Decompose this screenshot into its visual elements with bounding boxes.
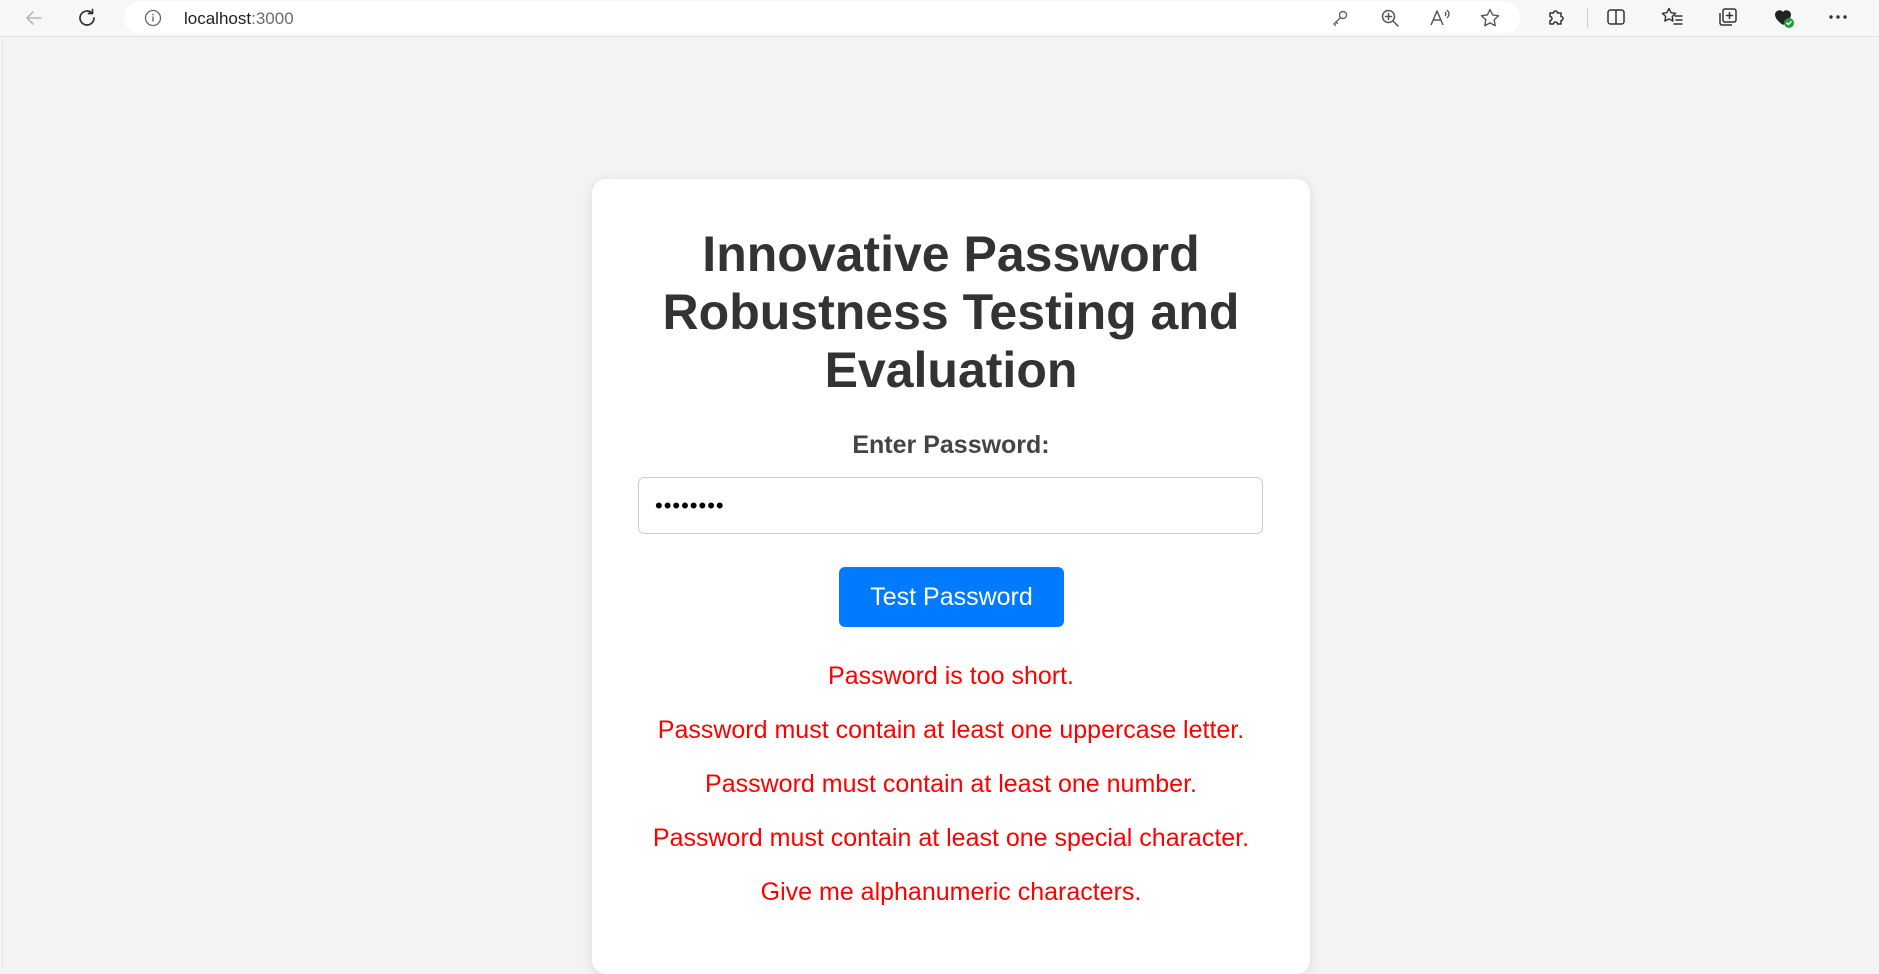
toolbar-divider: [1587, 8, 1588, 28]
password-label: Enter Password:: [852, 431, 1050, 459]
back-arrow-icon[interactable]: [20, 4, 48, 32]
collections-icon[interactable]: [1716, 5, 1740, 29]
browser-toolbar: localhost:3000: [0, 0, 1879, 37]
puzzle-icon[interactable]: [1544, 5, 1568, 29]
validation-message: Give me alphanumeric characters.: [760, 878, 1142, 906]
test-password-button[interactable]: Test Password: [839, 567, 1064, 627]
validation-messages: Password is too short. Password must con…: [592, 656, 1310, 926]
zoom-in-icon[interactable]: [1379, 7, 1401, 29]
validation-message: Password is too short.: [828, 662, 1074, 690]
password-tester-card: Innovative Password Robustness Testing a…: [592, 179, 1310, 974]
browser-essentials-icon[interactable]: [1771, 5, 1795, 29]
validation-message: Password must contain at least one speci…: [652, 824, 1250, 852]
url-host: localhost: [184, 9, 252, 28]
validation-message: Password must contain at least one upper…: [657, 716, 1245, 744]
password-input[interactable]: [638, 477, 1263, 534]
more-icon[interactable]: [1826, 5, 1850, 29]
validation-message: Password must contain at least one numbe…: [705, 770, 1197, 798]
star-icon[interactable]: [1479, 7, 1501, 29]
info-icon[interactable]: [144, 9, 162, 27]
address-bar[interactable]: localhost:3000: [124, 1, 1520, 34]
split-screen-icon[interactable]: [1604, 5, 1628, 29]
reload-icon[interactable]: [73, 4, 101, 32]
favorites-list-icon[interactable]: [1660, 5, 1684, 29]
url-port: :3000: [251, 9, 294, 28]
page-title: Innovative Password Robustness Testing a…: [662, 226, 1240, 398]
url-text: localhost:3000: [184, 9, 294, 29]
read-aloud-icon[interactable]: [1429, 7, 1451, 29]
key-icon[interactable]: [1329, 7, 1351, 29]
page-viewport: Innovative Password Robustness Testing a…: [2, 40, 1878, 974]
